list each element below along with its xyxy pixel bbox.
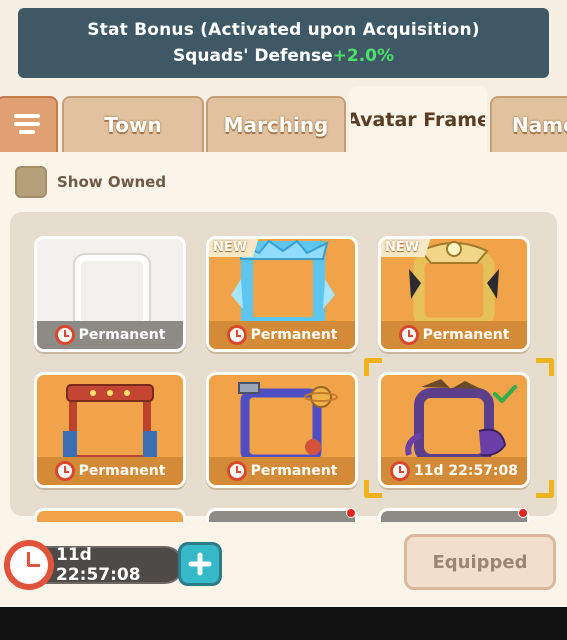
frame-duration-text: Permanent <box>78 463 166 479</box>
frame-duration: Permanent <box>209 321 355 349</box>
show-owned-filter[interactable]: Show Owned <box>15 166 166 198</box>
frame-card[interactable]: NEW Permanent <box>378 236 530 352</box>
stat-bonus-line: Squads' Defense+2.0% <box>18 46 549 66</box>
clock-icon <box>54 325 75 345</box>
tab-avatar-frame-label: Avatar Frame <box>349 109 487 131</box>
frame-card-partial[interactable] <box>34 508 186 522</box>
tab-avatar-frame[interactable]: Avatar Frame <box>349 86 487 152</box>
frame-preview-space <box>209 375 355 464</box>
frame-duration-text: Permanent <box>422 327 510 343</box>
frame-card-partial[interactable] <box>206 508 358 522</box>
card-alert-dot <box>346 508 356 518</box>
frame-duration: Permanent <box>209 457 355 485</box>
clock-icon <box>226 325 247 345</box>
stat-value: +2.0% <box>332 46 395 66</box>
frame-card-partial[interactable] <box>378 508 530 522</box>
frame-duration-text: Permanent <box>250 463 338 479</box>
frame-card[interactable]: Permanent <box>34 236 186 352</box>
frame-card[interactable]: NEW Permanent <box>206 236 358 352</box>
frame-duration: Permanent <box>381 321 527 349</box>
frame-duration-text: 11d 22:57:08 <box>413 463 519 479</box>
plus-icon <box>188 552 212 576</box>
frame-duration: Permanent <box>37 321 183 349</box>
stat-bonus-title: Stat Bonus (Activated upon Acquisition) <box>87 20 480 40</box>
new-badge: NEW <box>381 239 432 257</box>
system-nav-bar <box>0 607 567 640</box>
frame-card[interactable]: Permanent <box>206 372 358 488</box>
equipped-check-icon <box>493 385 517 403</box>
tab-marching-label: Marching <box>223 113 329 137</box>
clock-icon <box>54 461 75 481</box>
menu-button[interactable] <box>0 96 58 152</box>
menu-icon <box>14 114 40 136</box>
show-owned-label: Show Owned <box>57 173 167 191</box>
tab-town[interactable]: Town <box>62 96 204 152</box>
frame-duration-text: Permanent <box>250 327 338 343</box>
category-tabbar: Town Marching Avatar Frame Name <box>0 86 567 191</box>
frame-duration: Permanent <box>37 457 183 485</box>
clock-icon <box>398 325 419 345</box>
tab-name[interactable]: Name <box>490 96 567 152</box>
card-alert-dot <box>518 508 528 518</box>
equipped-button-label: Equipped <box>432 551 528 573</box>
extend-time-button[interactable] <box>178 542 222 586</box>
frame-card[interactable]: Permanent <box>34 372 186 488</box>
frame-card[interactable]: 11d 22:57:08 <box>378 372 530 488</box>
frame-preview-festival <box>37 375 183 463</box>
tab-marching[interactable]: Marching <box>206 96 346 152</box>
frame-timer-text: 11d 22:57:08 <box>56 545 141 585</box>
selection-corner <box>536 358 554 376</box>
tab-town-label: Town <box>104 113 162 137</box>
stat-bonus-banner: Stat Bonus (Activated upon Acquisition) … <box>18 8 549 78</box>
frame-preview-plain <box>37 239 183 329</box>
clock-icon <box>389 461 410 481</box>
selection-corner <box>364 480 382 498</box>
frame-duration: 11d 22:57:08 <box>381 457 527 485</box>
clock-icon <box>4 540 54 590</box>
selection-corner <box>364 358 382 376</box>
new-badge: NEW <box>209 239 260 257</box>
tab-name-label: Name <box>512 113 567 137</box>
stat-label: Squads' Defense <box>172 46 333 66</box>
frame-duration-text: Permanent <box>78 327 166 343</box>
show-owned-checkbox[interactable] <box>15 166 47 198</box>
selection-corner <box>536 480 554 498</box>
equipped-button[interactable]: Equipped <box>404 534 556 590</box>
frame-grid[interactable]: Permanent NEW Permanent NEW Permanent Pe… <box>10 212 557 516</box>
clock-icon <box>226 461 247 481</box>
